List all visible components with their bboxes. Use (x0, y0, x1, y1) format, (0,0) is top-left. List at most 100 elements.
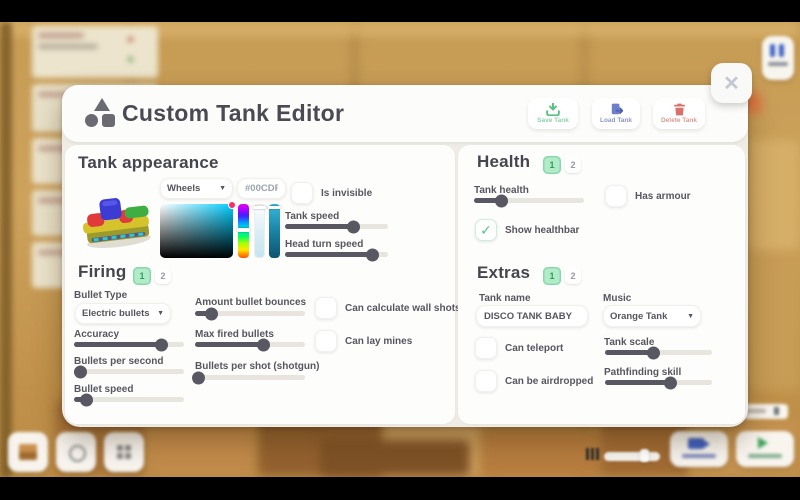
tank-name-label: Tank name (479, 293, 531, 304)
letterbox-bottom (0, 477, 800, 500)
letterbox-top (0, 0, 800, 22)
tank-appearance-heading: Tank appearance (78, 153, 219, 173)
tank-health-slider[interactable] (474, 198, 584, 203)
can-be-airdropped-label: Can be airdropped (505, 376, 593, 387)
tank-name-input[interactable] (476, 305, 588, 327)
dialog-title: Custom Tank Editor (122, 100, 344, 127)
background-crate (482, 430, 602, 476)
extras-tab-1[interactable]: 1 (543, 267, 561, 285)
saturation-strip[interactable] (254, 204, 265, 258)
play-icon (758, 437, 768, 449)
can-teleport-label: Can teleport (505, 343, 563, 354)
bullets-per-shot-label: Bullets per shot (shotgun) (195, 361, 319, 372)
health-tab-1[interactable]: 1 (543, 156, 561, 174)
firing-tab-2[interactable]: 2 (155, 268, 171, 284)
chevron-down-icon: ▼ (687, 313, 694, 320)
extras-tabs: 1 2 (543, 267, 581, 285)
pause-icon (779, 44, 784, 57)
record-button[interactable] (670, 431, 728, 467)
head-turn-speed-slider[interactable] (285, 252, 388, 257)
rotate-tool-button[interactable] (56, 432, 96, 472)
bullet-speed-slider[interactable] (74, 397, 184, 402)
delete-tank-label: Delete Tank (661, 117, 697, 124)
head-turn-speed-label: Head turn speed (285, 239, 363, 250)
has-armour-label: Has armour (635, 191, 691, 202)
can-calculate-wall-shots-checkbox[interactable]: ✓ (315, 297, 337, 319)
play-level-button[interactable] (736, 431, 794, 467)
pathfinding-skill-slider[interactable] (605, 380, 712, 385)
tank-speed-label: Tank speed (285, 211, 339, 222)
chevron-down-icon: ▼ (157, 310, 164, 317)
game-screen: ✕ Custom Tank Editor Save Tank Load Tank… (0, 0, 800, 500)
custom-tank-editor-dialog: Custom Tank Editor Save Tank Load Tank D… (62, 85, 748, 427)
save-tank-button[interactable]: Save Tank (528, 98, 578, 129)
pause-button[interactable] (762, 36, 794, 80)
extras-tab-2[interactable]: 2 (565, 268, 581, 284)
grid-icon (125, 453, 131, 459)
can-lay-mines-checkbox[interactable]: ✓ (315, 330, 337, 352)
bullet-type-select[interactable]: Electric bullets ▼ (75, 303, 171, 324)
delete-tank-button[interactable]: Delete Tank (653, 98, 705, 129)
hue-strip[interactable] (238, 204, 249, 258)
pause-icon (770, 44, 775, 57)
tank-scale-slider[interactable] (605, 350, 712, 355)
left-panel: Tank appearance Wheels ▼ (65, 145, 455, 424)
zoom-slider[interactable] (604, 452, 660, 461)
dialog-header: Custom Tank Editor Save Tank Load Tank D… (62, 85, 748, 142)
music-value: Orange Tank (610, 311, 667, 322)
load-tank-label: Load Tank (600, 117, 632, 124)
extras-heading: Extras (477, 263, 530, 283)
zoom-indicator-bars (596, 448, 599, 460)
has-armour-checkbox[interactable]: ✓ (605, 185, 627, 207)
health-tab-2[interactable]: 2 (565, 157, 581, 173)
zoom-indicator-bars (591, 448, 594, 460)
background-crate (320, 440, 470, 476)
zoom-indicator-bars (586, 448, 589, 460)
zoom-slider-knob[interactable] (640, 449, 649, 462)
is-invisible-label: Is invisible (321, 188, 372, 199)
show-healthbar-checkbox[interactable]: ✓ (475, 219, 497, 241)
can-be-airdropped-checkbox[interactable]: ✓ (475, 370, 497, 392)
rotate-icon (69, 445, 86, 462)
background-wood-strip (0, 22, 12, 478)
accuracy-slider[interactable] (74, 342, 184, 347)
grid-icon (117, 445, 123, 451)
save-icon (546, 103, 560, 116)
tank-part-value: Wheels (167, 183, 200, 194)
grid-icon (117, 453, 123, 459)
music-select[interactable]: Orange Tank ▼ (603, 305, 701, 327)
health-tabs: 1 2 (543, 156, 581, 174)
level-status-dot (128, 57, 133, 62)
blocks-tool-button[interactable] (8, 432, 48, 472)
play-label-blur (748, 454, 782, 458)
is-invisible-checkbox[interactable]: ✓ (291, 182, 313, 204)
mini-toolbar-handle (774, 407, 779, 415)
trash-icon (673, 103, 686, 116)
tank-speed-slider[interactable] (285, 224, 388, 229)
background-patch (750, 140, 800, 250)
close-button[interactable]: ✕ (711, 63, 752, 103)
bullets-per-shot-slider[interactable] (195, 375, 305, 380)
grid-tool-button[interactable] (104, 432, 144, 472)
hex-color-input[interactable] (237, 178, 286, 199)
brightness-strip[interactable] (269, 204, 280, 258)
bullets-per-second-slider[interactable] (74, 369, 184, 374)
color-picker-square[interactable] (160, 204, 233, 258)
level-status-dot (128, 37, 133, 42)
close-icon: ✕ (723, 71, 740, 96)
firing-heading: Firing (78, 262, 126, 282)
firing-tab-1[interactable]: 1 (133, 267, 151, 285)
tank-part-select[interactable]: Wheels ▼ (160, 178, 233, 199)
amount-bullet-bounces-slider[interactable] (195, 311, 305, 316)
load-tank-button[interactable]: Load Tank (592, 98, 640, 129)
background-patch (748, 260, 800, 390)
bullet-type-label: Bullet Type (74, 290, 127, 301)
check-icon: ✓ (480, 222, 492, 239)
can-teleport-checkbox[interactable]: ✓ (475, 337, 497, 359)
level-list-item-text (38, 44, 98, 49)
level-list-item-text (38, 33, 84, 38)
health-heading: Health (477, 152, 530, 172)
background-crate (150, 425, 255, 475)
max-fired-bullets-slider[interactable] (195, 342, 305, 347)
save-tank-label: Save Tank (537, 117, 569, 124)
